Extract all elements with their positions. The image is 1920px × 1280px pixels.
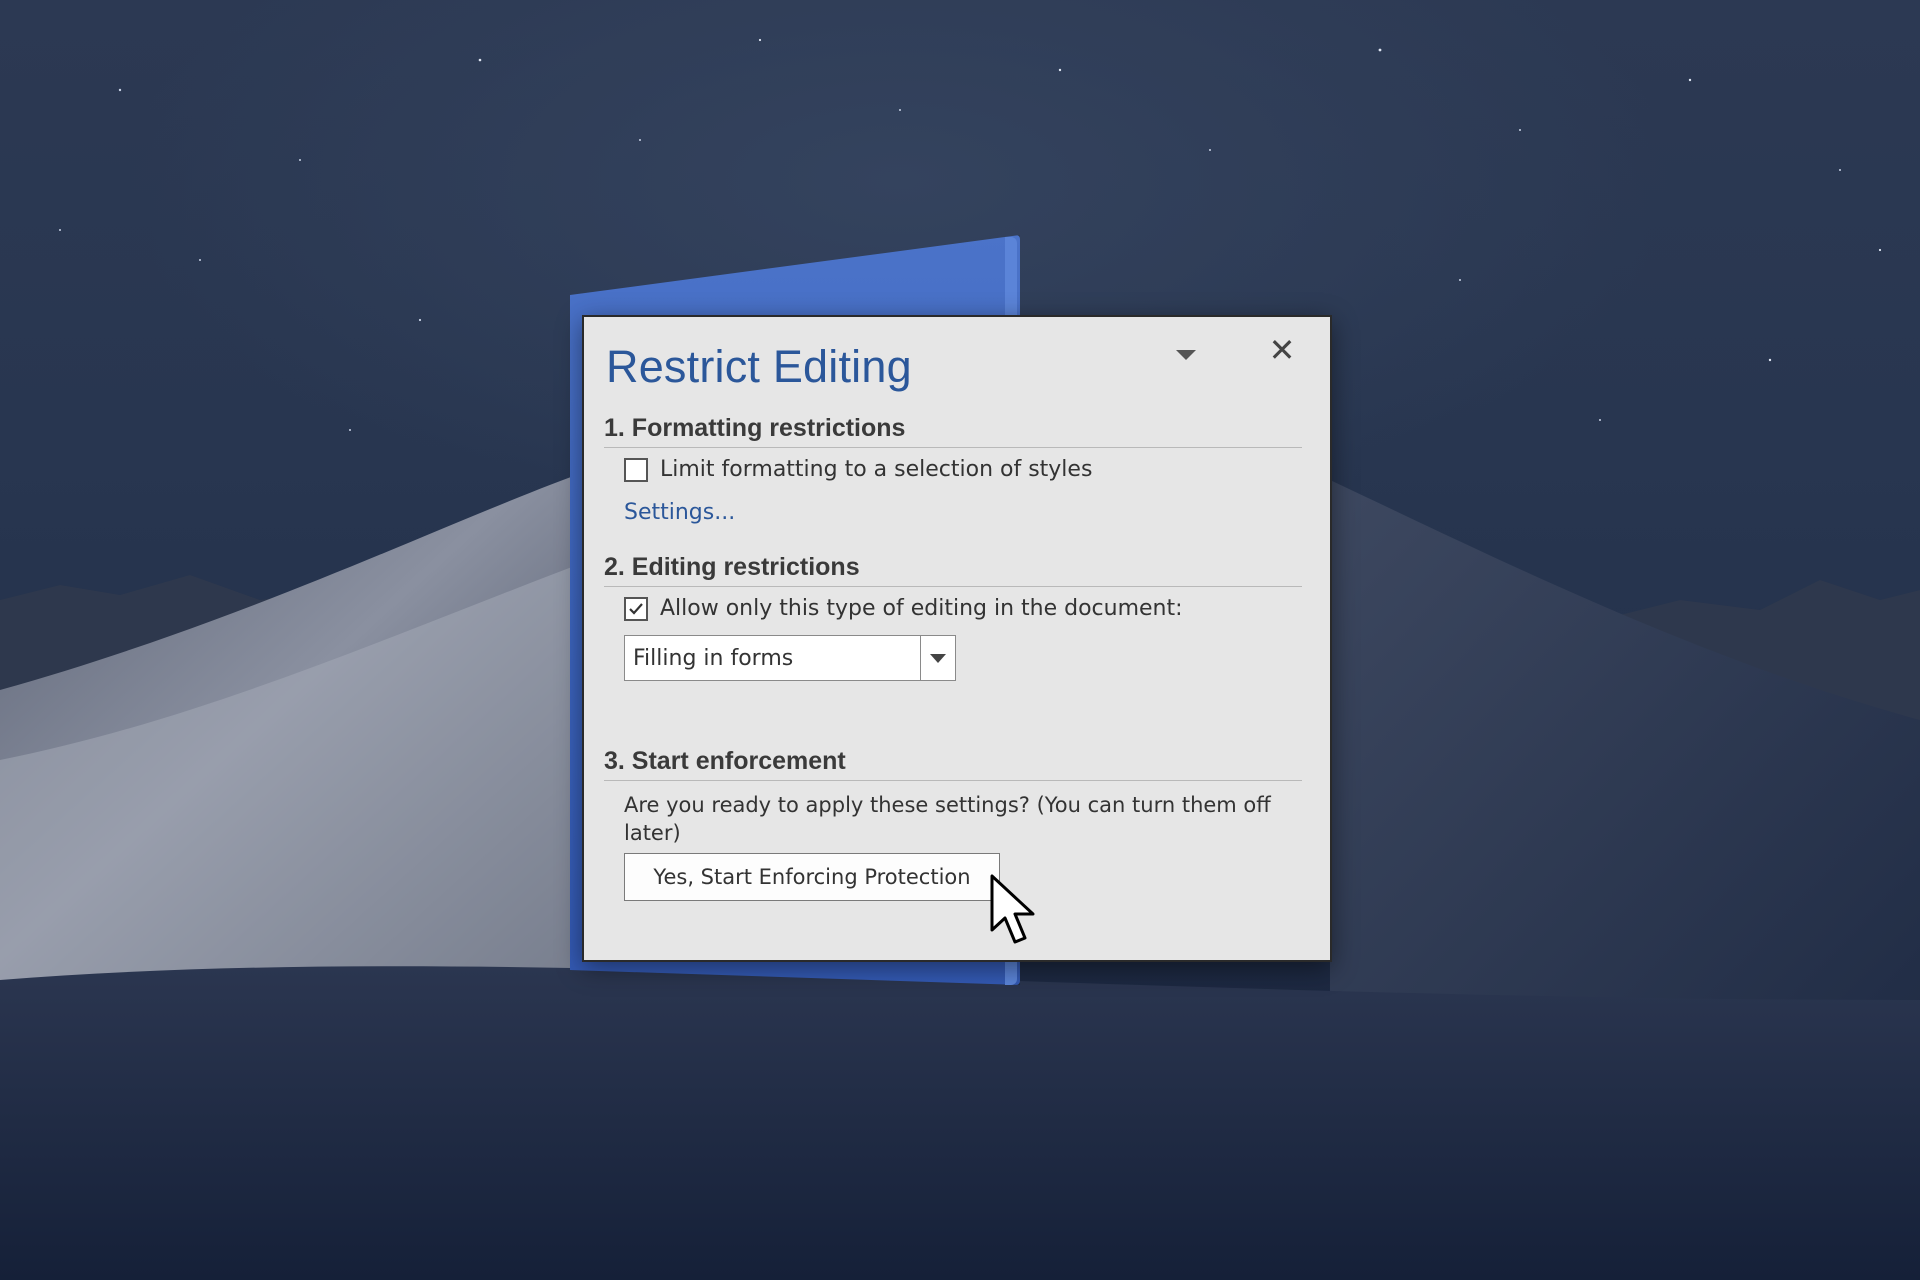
allow-editing-row[interactable]: Allow only this type of editing in the d… bbox=[624, 596, 1183, 621]
chevron-down-icon bbox=[930, 653, 946, 663]
enforcement-prompt: Are you ready to apply these settings? (… bbox=[624, 793, 1271, 845]
start-enforcement-heading: 3. Start enforcement bbox=[604, 747, 1302, 781]
checkmark-icon bbox=[629, 602, 643, 615]
limit-formatting-row[interactable]: Limit formatting to a selection of style… bbox=[624, 457, 1092, 482]
close-icon[interactable]: ✕ bbox=[1262, 330, 1302, 370]
allow-editing-label: Allow only this type of editing in the d… bbox=[660, 596, 1183, 621]
formatting-restrictions-heading: 1. Formatting restrictions bbox=[604, 414, 1302, 448]
limit-formatting-label: Limit formatting to a selection of style… bbox=[660, 457, 1093, 482]
panel-title: Restrict Editing bbox=[606, 341, 912, 392]
start-enforcing-protection-button[interactable]: Yes, Start Enforcing Protection bbox=[624, 853, 1000, 901]
chevron-down-icon bbox=[1176, 350, 1196, 360]
allow-editing-checkbox[interactable] bbox=[624, 596, 648, 621]
limit-formatting-checkbox[interactable] bbox=[624, 457, 648, 482]
restrict-editing-panel: Restrict Editing 1. Formatting restricti… bbox=[582, 315, 1332, 962]
task-pane-options-button[interactable] bbox=[1168, 337, 1204, 373]
editing-restrictions-heading: 2. Editing restrictions bbox=[604, 553, 1302, 587]
editing-type-dropdown-button[interactable] bbox=[920, 636, 955, 680]
editing-type-value: Filling in forms bbox=[633, 645, 794, 671]
mouse-pointer-icon bbox=[990, 874, 1035, 944]
formatting-settings-link[interactable]: Settings... bbox=[624, 500, 735, 525]
editing-type-select[interactable]: Filling in forms bbox=[624, 635, 956, 681]
